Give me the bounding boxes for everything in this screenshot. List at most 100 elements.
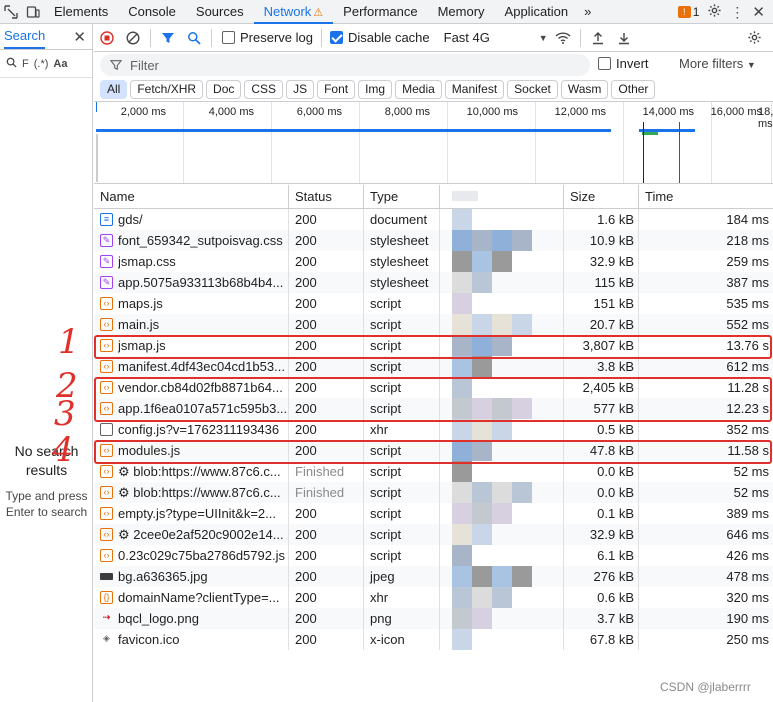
throttle-select[interactable]: Fast 4G ▼ bbox=[444, 30, 548, 45]
close-search-icon[interactable]: ✕ bbox=[73, 28, 86, 46]
column-time[interactable]: Time bbox=[639, 185, 773, 208]
filter-funnel-icon[interactable] bbox=[155, 25, 181, 51]
cell-time: 52 ms bbox=[733, 464, 769, 479]
filter-chip-js[interactable]: JS bbox=[286, 79, 315, 99]
table-row[interactable]: ‹› 0.23c029c75ba2786d5792.js 200 script 6.1 … bbox=[94, 545, 773, 566]
redaction-pixel bbox=[452, 293, 472, 314]
column-initiator-redacted[interactable] bbox=[440, 185, 564, 208]
filter-chip-media[interactable]: Media bbox=[395, 79, 442, 99]
filter-chip-font[interactable]: Font bbox=[317, 79, 356, 99]
column-name[interactable]: Name bbox=[94, 185, 289, 208]
search-hint: Type and press Enter to search bbox=[5, 489, 88, 519]
table-row[interactable]: ‹› ⚙ 2cee0e2af520c9002e14... 200 script 32.9… bbox=[94, 524, 773, 545]
redaction-pixel bbox=[512, 314, 532, 335]
redaction-pixel bbox=[472, 251, 492, 272]
table-row[interactable]: ≡ gds/200 document 1.6 kB 184 ms bbox=[94, 209, 773, 230]
network-settings-gear-icon[interactable] bbox=[741, 25, 767, 51]
table-row[interactable]: {} domainName?clientType=... 200 xhr 0.6 kB 3… bbox=[94, 587, 773, 608]
network-overview-timeline[interactable]: 2,000 ms 4,000 ms 6,000 ms 8,000 ms 10,0… bbox=[94, 101, 773, 184]
search-input-row[interactable]: F (.*) Aa bbox=[0, 50, 92, 78]
filter-chip-css[interactable]: CSS bbox=[244, 79, 284, 99]
filter-chip-all[interactable]: All bbox=[100, 79, 128, 99]
issues-counter[interactable]: ! 1 bbox=[677, 5, 699, 19]
tab-network[interactable]: Network ⚠ bbox=[253, 0, 334, 24]
cell-initiator-redacted bbox=[440, 545, 564, 566]
filter-chip-wasm[interactable]: Wasm bbox=[560, 79, 609, 99]
device-toolbar-icon[interactable] bbox=[22, 1, 44, 23]
case-toggle[interactable]: Aa bbox=[53, 58, 67, 70]
cell-initiator-redacted bbox=[440, 587, 564, 608]
tab-application[interactable]: Application bbox=[495, 0, 579, 24]
redaction-pixel bbox=[492, 230, 512, 251]
request-name: ⚙ 2cee0e2af520c9002e14... bbox=[118, 527, 284, 542]
preserve-log-checkbox[interactable]: Preserve log bbox=[222, 30, 313, 45]
close-devtools-icon[interactable]: ✕ bbox=[752, 3, 765, 21]
filter-chip-doc[interactable]: Doc bbox=[206, 79, 242, 99]
tab-memory[interactable]: Memory bbox=[428, 0, 495, 24]
table-row[interactable]: ✎ app.5075a933113b68b4b4... 200 stylesheet 1… bbox=[94, 272, 773, 293]
table-row[interactable]: ‹› ⚙ blob:https://www.87c6.c... Finished sc… bbox=[94, 461, 773, 482]
cell-size: 32.9 kB bbox=[564, 524, 639, 545]
more-tabs-button[interactable]: » bbox=[578, 0, 597, 24]
cell-size: 276 kB bbox=[564, 566, 639, 587]
inspect-element-icon[interactable] bbox=[0, 1, 22, 23]
tab-elements[interactable]: Elements bbox=[44, 0, 118, 24]
more-filters-button[interactable]: More filters ▼ bbox=[679, 56, 756, 71]
redaction-pixel bbox=[492, 251, 512, 272]
table-row[interactable]: ‹› manifest.4df43ec04cd1b53... 200 script 3.… bbox=[94, 356, 773, 377]
table-row[interactable]: config.js?v=1762311193436 200 xhr 0.5 kB 352… bbox=[94, 419, 773, 440]
kebab-menu-icon[interactable]: ⋮ bbox=[730, 4, 744, 21]
filter-input[interactable]: Filter bbox=[100, 54, 590, 76]
search-panel: Search ✕ F (.*) Aa No search results Typ… bbox=[0, 24, 93, 702]
clear-icon[interactable] bbox=[120, 25, 146, 51]
table-row[interactable]: ‹› main.js 200 script 20.7 kB 552 ms bbox=[94, 314, 773, 335]
settings-gear-icon[interactable] bbox=[707, 3, 722, 21]
tab-console[interactable]: Console bbox=[118, 0, 186, 24]
redaction-pixel bbox=[492, 314, 512, 335]
filter-chip-manifest[interactable]: Manifest bbox=[444, 79, 505, 99]
record-stop-icon[interactable] bbox=[94, 25, 120, 51]
redaction-pixel bbox=[452, 377, 472, 398]
export-har-icon[interactable] bbox=[611, 25, 637, 51]
issue-flag-icon: ! bbox=[677, 6, 691, 18]
table-row[interactable]: ✎ font_659342_sutpoisvag.css 200 stylesheet… bbox=[94, 230, 773, 251]
filter-chip-socket[interactable]: Socket bbox=[507, 79, 558, 99]
column-size[interactable]: Size bbox=[564, 185, 639, 208]
table-row[interactable]: ‹› empty.js?type=UIInit&k=2... 200 script 0.… bbox=[94, 503, 773, 524]
table-row[interactable]: ‹› vendor.cb84d02fb8871b64... 200 script 2,4… bbox=[94, 377, 773, 398]
column-type[interactable]: Type bbox=[364, 185, 440, 208]
redaction-pixel bbox=[452, 503, 472, 524]
table-row[interactable]: ‹› ⚙ blob:https://www.87c6.c... Finished sc… bbox=[94, 482, 773, 503]
filter-chip-fetchxhr[interactable]: Fetch/XHR bbox=[130, 79, 204, 99]
regex-toggle[interactable]: (.*) bbox=[34, 58, 49, 70]
match-word-toggle[interactable]: F bbox=[22, 58, 29, 70]
cell-type: xhr bbox=[364, 419, 440, 440]
tab-performance[interactable]: Performance bbox=[333, 0, 427, 24]
cell-size: 2,405 kB bbox=[564, 377, 639, 398]
table-row[interactable]: ⇢ bqcl_logo.png 200 png 3.7 kB 190 ms bbox=[94, 608, 773, 629]
network-search-icon[interactable] bbox=[181, 25, 207, 51]
table-row[interactable]: bg.a636365.jpg 200 jpeg 276 kB 478 ms bbox=[94, 566, 773, 587]
disable-cache-checkbox[interactable]: Disable cache bbox=[329, 30, 430, 45]
import-har-icon[interactable] bbox=[585, 25, 611, 51]
redaction-pixel bbox=[472, 524, 492, 545]
table-row[interactable]: ‹› maps.js 200 script 151 kB 535 ms bbox=[94, 293, 773, 314]
request-name: jsmap.js bbox=[118, 338, 166, 353]
cell-size: 0.6 kB bbox=[564, 587, 639, 608]
table-row[interactable]: ‹› jsmap.js 200 script 3,807 kB 13.76 s bbox=[94, 335, 773, 356]
filter-chip-img[interactable]: Img bbox=[358, 79, 393, 99]
table-row[interactable]: ‹› app.1f6ea0107a571c595b3... 200 script 577… bbox=[94, 398, 773, 419]
network-conditions-icon[interactable] bbox=[550, 25, 576, 51]
cell-status: 200 bbox=[289, 251, 364, 272]
invert-checkbox[interactable]: Invert bbox=[598, 56, 649, 71]
table-row[interactable]: ◈ favicon.ico 200 x-icon 67.8 kB 250 ms bbox=[94, 629, 773, 650]
cell-type: script bbox=[364, 335, 440, 356]
tab-sources[interactable]: Sources bbox=[186, 0, 254, 24]
table-row[interactable]: ‹› modules.js 200 script 47.8 kB 11.58 s bbox=[94, 440, 773, 461]
filter-chip-other[interactable]: Other bbox=[611, 79, 656, 99]
search-tab[interactable]: Search bbox=[4, 25, 46, 49]
table-row[interactable]: ✎ jsmap.css 200 stylesheet 32.9 kB 259 ms bbox=[94, 251, 773, 272]
column-status[interactable]: Status bbox=[289, 185, 364, 208]
redaction-pixel bbox=[492, 482, 512, 503]
redaction-pixel bbox=[472, 314, 492, 335]
